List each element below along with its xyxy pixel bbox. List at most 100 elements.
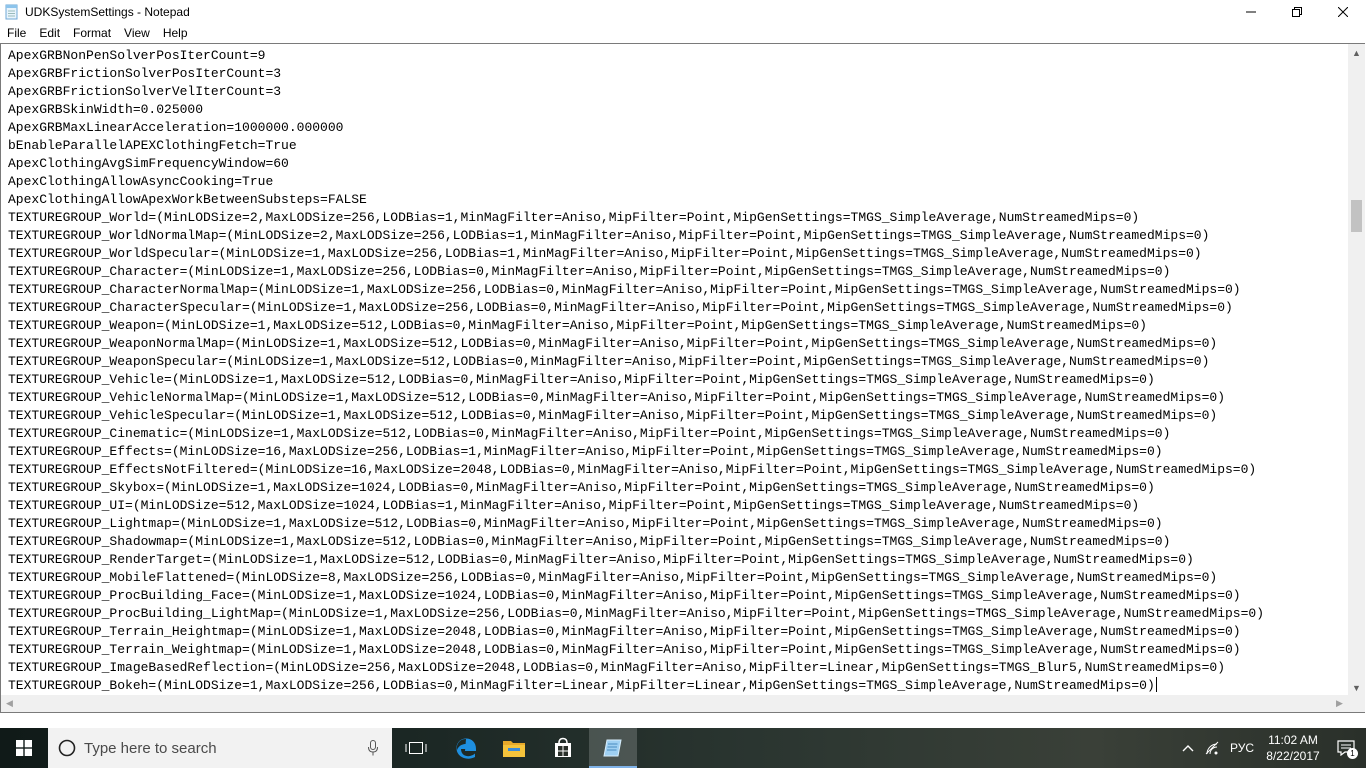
vertical-scrollbar[interactable]: ▲ ▼ — [1348, 44, 1365, 696]
text-line[interactable]: TEXTUREGROUP_Shadowmap=(MinLODSize=1,Max… — [8, 533, 1347, 551]
text-line-content: TEXTUREGROUP_Cinematic=(MinLODSize=1,Max… — [8, 426, 1171, 441]
text-line[interactable]: TEXTUREGROUP_Terrain_Heightmap=(MinLODSi… — [8, 623, 1347, 641]
close-button[interactable] — [1320, 0, 1366, 24]
menu-view[interactable]: View — [117, 24, 156, 43]
menu-file[interactable]: File — [0, 24, 32, 43]
menu-bar: File Edit Format View Help — [0, 24, 1366, 43]
text-line-content: ApexGRBFrictionSolverVelIterCount=3 — [8, 84, 282, 99]
text-line[interactable]: TEXTUREGROUP_WeaponSpecular=(MinLODSize=… — [8, 353, 1347, 371]
text-line-content: TEXTUREGROUP_CharacterSpecular=(MinLODSi… — [8, 300, 1233, 315]
vertical-scroll-thumb[interactable] — [1351, 200, 1362, 232]
text-line-content: ApexGRBSkinWidth=0.025000 — [8, 102, 204, 117]
text-line[interactable]: TEXTUREGROUP_EffectsNotFiltered=(MinLODS… — [8, 461, 1347, 479]
text-line[interactable]: TEXTUREGROUP_World=(MinLODSize=2,MaxLODS… — [8, 209, 1347, 227]
clock[interactable]: 11:02 AM 8/22/2017 — [1260, 732, 1326, 764]
scroll-right-arrow-icon[interactable]: ▶ — [1331, 695, 1348, 712]
text-line[interactable]: TEXTUREGROUP_VehicleNormalMap=(MinLODSiz… — [8, 389, 1347, 407]
restore-icon — [1292, 7, 1302, 17]
task-view-button[interactable] — [392, 728, 440, 768]
taskbar-search-box[interactable] — [48, 728, 392, 768]
microphone-icon[interactable] — [368, 740, 378, 756]
text-line[interactable]: TEXTUREGROUP_UI=(MinLODSize=512,MaxLODSi… — [8, 497, 1347, 515]
text-line[interactable]: TEXTUREGROUP_VehicleSpecular=(MinLODSize… — [8, 407, 1347, 425]
text-line[interactable]: TEXTUREGROUP_ProcBuilding_Face=(MinLODSi… — [8, 587, 1347, 605]
clock-date: 8/22/2017 — [1266, 749, 1320, 763]
text-line-content: ApexClothingAvgSimFrequencyWindow=60 — [8, 156, 289, 171]
text-line-content: TEXTUREGROUP_ProcBuilding_LightMap=(MinL… — [8, 606, 1265, 621]
text-line[interactable]: TEXTUREGROUP_ProcBuilding_LightMap=(MinL… — [8, 605, 1347, 623]
text-line[interactable]: bEnableParallelAPEXClothingFetch=True — [8, 137, 1347, 155]
scrollbar-corner — [1348, 695, 1365, 712]
text-line-content: TEXTUREGROUP_World=(MinLODSize=2,MaxLODS… — [8, 210, 1140, 225]
editor[interactable]: ApexGRBNonPenSolverPosIterCount=9 ApexGRB… — [0, 43, 1365, 713]
text-line[interactable]: TEXTUREGROUP_Effects=(MinLODSize=16,MaxL… — [8, 443, 1347, 461]
text-line[interactable]: TEXTUREGROUP_Bokeh=(MinLODSize=1,MaxLODS… — [8, 677, 1347, 695]
text-line[interactable]: TEXTUREGROUP_WeaponNormalMap=(MinLODSize… — [8, 335, 1347, 353]
window-title: UDKSystemSettings - Notepad — [25, 5, 190, 19]
search-icon — [58, 739, 76, 757]
scroll-left-arrow-icon[interactable]: ◀ — [1, 695, 18, 712]
text-line[interactable]: TEXTUREGROUP_WorldNormalMap=(MinLODSize=… — [8, 227, 1347, 245]
text-line[interactable]: ApexClothingAllowApexWorkBetweenSubsteps… — [8, 191, 1347, 209]
task-view-icon — [405, 742, 427, 754]
text-line[interactable]: TEXTUREGROUP_Character=(MinLODSize=1,Max… — [8, 263, 1347, 281]
horizontal-scrollbar[interactable]: ◀ ▶ — [1, 695, 1348, 712]
scroll-down-arrow-icon[interactable]: ▼ — [1348, 679, 1365, 696]
text-line-content: TEXTUREGROUP_Skybox=(MinLODSize=1,MaxLOD… — [8, 480, 1155, 495]
text-line[interactable]: TEXTUREGROUP_Weapon=(MinLODSize=1,MaxLOD… — [8, 317, 1347, 335]
menu-help[interactable]: Help — [156, 24, 194, 43]
chevron-up-icon — [1182, 745, 1194, 752]
text-line[interactable]: TEXTUREGROUP_CharacterSpecular=(MinLODSi… — [8, 299, 1347, 317]
text-line-content: TEXTUREGROUP_RenderTarget=(MinLODSize=1,… — [8, 552, 1194, 567]
action-center-button[interactable]: 1 — [1326, 728, 1366, 768]
text-line-content: TEXTUREGROUP_VehicleNormalMap=(MinLODSiz… — [8, 390, 1225, 405]
text-line-content: TEXTUREGROUP_EffectsNotFiltered=(MinLODS… — [8, 462, 1257, 477]
text-line[interactable]: ApexGRBSkinWidth=0.025000 — [8, 101, 1347, 119]
text-line-content: TEXTUREGROUP_MobileFlattened=(MinLODSize… — [8, 570, 1218, 585]
text-line[interactable]: ApexClothingAllowAsyncCooking=True — [8, 173, 1347, 191]
scroll-up-arrow-icon[interactable]: ▲ — [1348, 44, 1365, 61]
text-line[interactable]: ApexGRBFrictionSolverVelIterCount=3 — [8, 83, 1347, 101]
text-line[interactable]: TEXTUREGROUP_ImageBasedReflection=(MinLO… — [8, 659, 1347, 677]
text-line-content: TEXTUREGROUP_Weapon=(MinLODSize=1,MaxLOD… — [8, 318, 1147, 333]
text-line-content: TEXTUREGROUP_ImageBasedReflection=(MinLO… — [8, 660, 1225, 675]
file-explorer-button[interactable] — [490, 728, 538, 768]
input-language-indicator[interactable]: РУС — [1224, 741, 1260, 755]
text-line-content: TEXTUREGROUP_Bokeh=(MinLODSize=1,MaxLODS… — [8, 678, 1155, 693]
text-line[interactable]: TEXTUREGROUP_Cinematic=(MinLODSize=1,Max… — [8, 425, 1347, 443]
menu-edit[interactable]: Edit — [32, 24, 66, 43]
text-line-content: TEXTUREGROUP_UI=(MinLODSize=512,MaxLODSi… — [8, 498, 1140, 513]
text-line-content: TEXTUREGROUP_Character=(MinLODSize=1,Max… — [8, 264, 1171, 279]
text-line[interactable]: TEXTUREGROUP_CharacterNormalMap=(MinLODS… — [8, 281, 1347, 299]
search-input[interactable] — [84, 739, 354, 757]
text-line-content: TEXTUREGROUP_WeaponNormalMap=(MinLODSize… — [8, 336, 1218, 351]
text-line[interactable]: ApexClothingAvgSimFrequencyWindow=60 — [8, 155, 1347, 173]
text-line-content: ApexGRBNonPenSolverPosIterCount=9 — [8, 48, 266, 63]
text-line[interactable]: TEXTUREGROUP_Lightmap=(MinLODSize=1,MaxL… — [8, 515, 1347, 533]
notepad-taskbar-button[interactable] — [589, 728, 637, 768]
text-line-content: TEXTUREGROUP_Shadowmap=(MinLODSize=1,Max… — [8, 534, 1171, 549]
network-button[interactable] — [1200, 728, 1224, 768]
text-line[interactable]: TEXTUREGROUP_Vehicle=(MinLODSize=1,MaxLO… — [8, 371, 1347, 389]
text-line[interactable]: TEXTUREGROUP_RenderTarget=(MinLODSize=1,… — [8, 551, 1347, 569]
edge-button[interactable] — [442, 728, 490, 768]
text-line-content: ApexClothingAllowAsyncCooking=True — [8, 174, 274, 189]
text-line[interactable]: TEXTUREGROUP_Skybox=(MinLODSize=1,MaxLOD… — [8, 479, 1347, 497]
text-editor[interactable]: ApexGRBNonPenSolverPosIterCount=9 ApexGRB… — [8, 47, 1347, 712]
menu-format[interactable]: Format — [66, 24, 117, 43]
notification-count-badge: 1 — [1347, 748, 1358, 759]
text-line[interactable]: ApexGRBMaxLinearAcceleration=1000000.000… — [8, 119, 1347, 137]
text-line-content: bEnableParallelAPEXClothingFetch=True — [8, 138, 297, 153]
store-button[interactable] — [539, 728, 587, 768]
text-line[interactable]: ApexGRBFrictionSolverPosIterCount=3 — [8, 65, 1347, 83]
title-bar[interactable]: UDKSystemSettings - Notepad — [0, 0, 1366, 24]
text-line[interactable]: TEXTUREGROUP_MobileFlattened=(MinLODSize… — [8, 569, 1347, 587]
minimize-button[interactable] — [1228, 0, 1274, 24]
text-line[interactable]: TEXTUREGROUP_WorldSpecular=(MinLODSize=1… — [8, 245, 1347, 263]
restore-button[interactable] — [1274, 0, 1320, 24]
show-hidden-icons-button[interactable] — [1176, 728, 1200, 768]
text-line[interactable]: TEXTUREGROUP_Terrain_Weightmap=(MinLODSi… — [8, 641, 1347, 659]
start-button[interactable] — [0, 728, 48, 768]
text-line[interactable]: ApexGRBNonPenSolverPosIterCount=9 — [8, 47, 1347, 65]
network-icon — [1205, 741, 1219, 755]
